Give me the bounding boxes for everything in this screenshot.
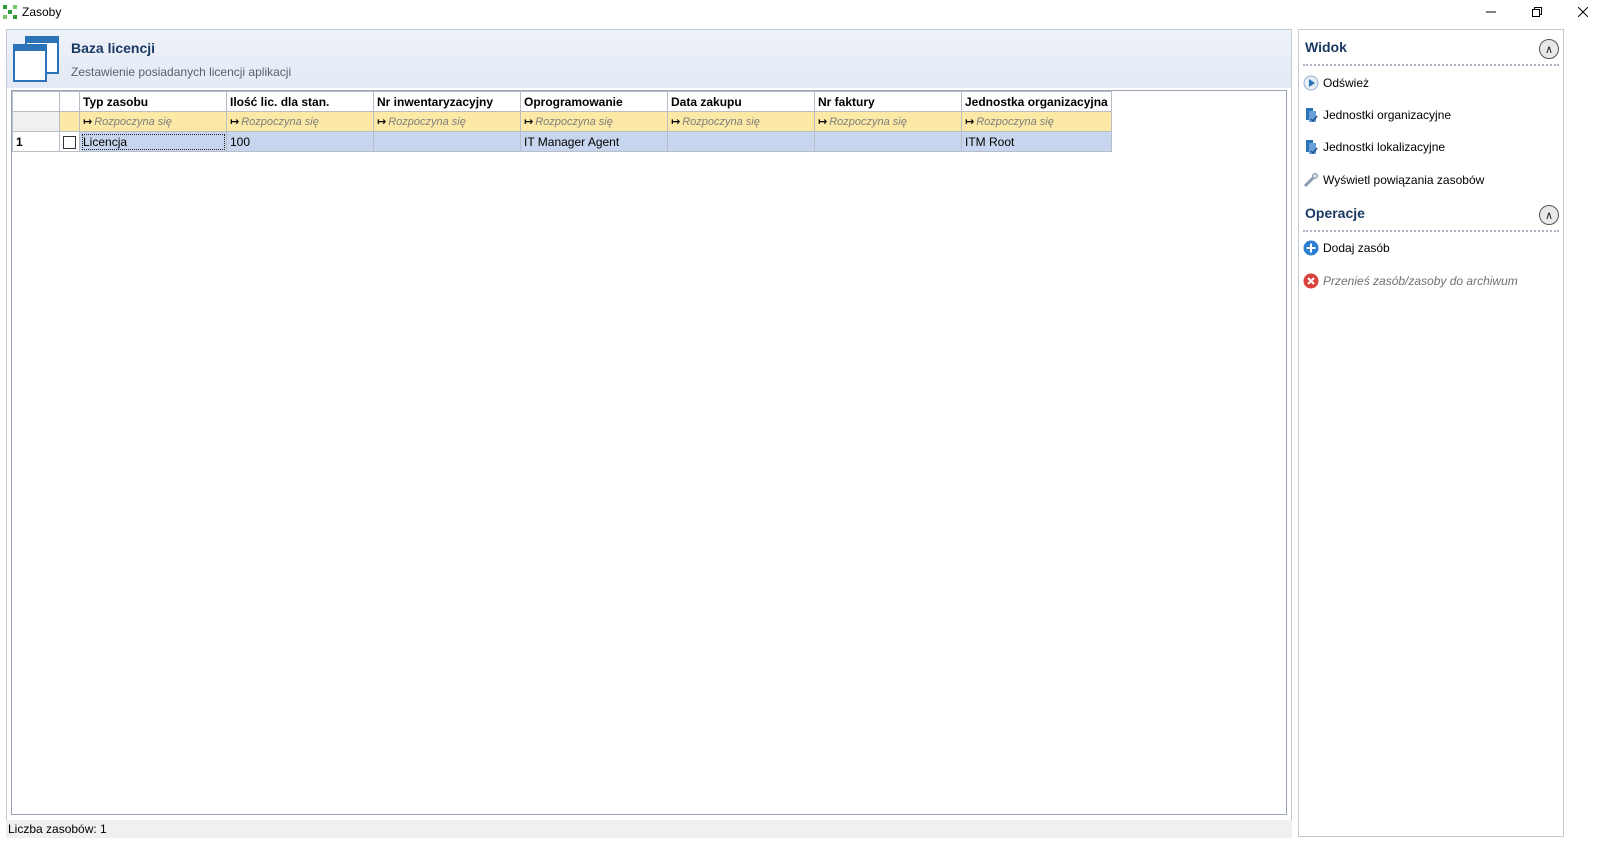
filter-arrow-icon: ↦: [230, 116, 240, 128]
operations-collapse-button[interactable]: ∧: [1539, 205, 1559, 225]
task-label: Odśwież: [1323, 76, 1370, 90]
column-header[interactable]: Ilość lic. dla stan.: [226, 91, 374, 112]
row-checkbox[interactable]: [63, 135, 76, 149]
org-units-task[interactable]: Jednostki organizacyjne: [1303, 104, 1451, 126]
minimize-button[interactable]: [1468, 0, 1514, 24]
chevron-up-icon: ∧: [1544, 43, 1554, 56]
page-subtitle: Zestawienie posiadanych licencji aplikac…: [71, 65, 292, 79]
restore-button[interactable]: [1514, 0, 1560, 24]
table-cell[interactable]: 100: [226, 131, 374, 152]
filter-cell[interactable]: ↦ Rozpoczyna się: [79, 111, 227, 132]
column-header[interactable]: Typ zasobu: [79, 91, 227, 112]
table-cell[interactable]: [373, 131, 521, 152]
table-cell[interactable]: [814, 131, 962, 152]
filter-placeholder: Rozpoczyna się: [535, 116, 613, 128]
filter-cell[interactable]: ↦ Rozpoczyna się: [667, 111, 815, 132]
license-base-icon: [13, 36, 59, 82]
resource-grid[interactable]: Typ zasobu Ilość lic. dla stan. Nr inwen…: [11, 90, 1287, 815]
resource-links-task[interactable]: Wyświetl powiązania zasobów: [1303, 169, 1484, 191]
restore-icon: [1532, 7, 1542, 17]
page-title: Baza licencji: [71, 40, 156, 56]
table-cell[interactable]: IT Manager Agent: [520, 131, 668, 152]
filter-cell[interactable]: ↦ Rozpoczyna się: [520, 111, 668, 132]
filter-cell[interactable]: ↦ Rozpoczyna się: [226, 111, 374, 132]
add-resource-task[interactable]: Dodaj zasób: [1303, 237, 1390, 259]
add-icon: [1303, 240, 1319, 256]
filter-cell[interactable]: ↦ Rozpoczyna się: [814, 111, 962, 132]
task-label: Dodaj zasób: [1323, 241, 1390, 255]
title-bar: Zasoby: [0, 0, 1600, 24]
filter-placeholder: Rozpoczyna się: [241, 116, 319, 128]
filter-placeholder: Rozpoczyna się: [829, 116, 907, 128]
filter-cell[interactable]: ↦ Rozpoczyna się: [961, 111, 1112, 132]
column-header[interactable]: Nr inwentaryzacyjny: [373, 91, 521, 112]
task-label: Jednostki organizacyjne: [1323, 108, 1452, 122]
section-divider: [1303, 230, 1559, 232]
task-label: Przenieś zasób/zasoby do archiwum: [1323, 274, 1518, 288]
filter-arrow-icon: ↦: [965, 116, 975, 128]
column-header[interactable]: Data zakupu: [667, 91, 815, 112]
view-collapse-button[interactable]: ∧: [1539, 39, 1559, 59]
close-icon: [1578, 7, 1588, 17]
location-units-icon: [1303, 139, 1319, 155]
org-units-icon: [1303, 107, 1319, 123]
filter-row-indicator: [12, 111, 60, 132]
filter-checkbox-cell: [59, 111, 80, 132]
link-icon: [1303, 172, 1319, 188]
main-panel: Baza licencji Zestawienie posiadanych li…: [6, 29, 1292, 834]
filter-arrow-icon: ↦: [524, 116, 534, 128]
refresh-icon: [1303, 75, 1319, 91]
filter-arrow-icon: ↦: [818, 116, 828, 128]
column-header[interactable]: Oprogramowanie: [520, 91, 668, 112]
filter-arrow-icon: ↦: [671, 116, 681, 128]
filter-placeholder: Rozpoczyna się: [94, 116, 172, 128]
location-units-task[interactable]: Jednostki lokalizacyjne: [1303, 136, 1445, 158]
resource-count: Liczba zasobów: 1: [8, 822, 107, 836]
column-header[interactable]: Jednostka organizacyjna: [961, 91, 1112, 112]
chevron-up-icon: ∧: [1544, 209, 1554, 222]
table-cell[interactable]: ITM Root: [961, 131, 1112, 152]
filter-placeholder: Rozpoczyna się: [976, 116, 1054, 128]
page-header: Baza licencji Zestawienie posiadanych li…: [7, 30, 1291, 88]
task-label: Jednostki lokalizacyjne: [1323, 140, 1446, 154]
table-cell[interactable]: [667, 131, 815, 152]
task-label: Wyświetl powiązania zasobów: [1323, 173, 1485, 187]
operations-section-title: Operacje: [1305, 205, 1365, 221]
minimize-icon: [1486, 11, 1496, 13]
row-checkbox-cell[interactable]: [59, 131, 80, 152]
filter-cell[interactable]: ↦ Rozpoczyna się: [373, 111, 521, 132]
table-cell[interactable]: Licencja: [79, 131, 227, 152]
filter-placeholder: Rozpoczyna się: [682, 116, 760, 128]
checkbox-header[interactable]: [59, 91, 80, 112]
task-panel: Widok ∧ Odśwież Jednostki organizacyjne …: [1298, 29, 1564, 837]
refresh-task[interactable]: Odśwież: [1303, 72, 1369, 94]
grid-table: Typ zasobu Ilość lic. dla stan. Nr inwen…: [12, 91, 1112, 152]
filter-arrow-icon: ↦: [83, 116, 93, 128]
column-header[interactable]: Nr faktury: [814, 91, 962, 112]
filter-placeholder: Rozpoczyna się: [388, 116, 466, 128]
app-icon: [3, 5, 17, 19]
table-row[interactable]: 1 Licencja 100 IT Manager Agent ITM Root: [12, 131, 1112, 152]
filter-arrow-icon: ↦: [377, 116, 387, 128]
view-section-title: Widok: [1305, 39, 1347, 55]
filter-row: ↦ Rozpoczyna się ↦ Rozpoczyna się ↦ Rozpocz…: [12, 111, 1112, 132]
remove-icon: [1303, 273, 1319, 289]
archive-resource-task[interactable]: Przenieś zasób/zasoby do archiwum: [1303, 270, 1518, 292]
window-title: Zasoby: [22, 5, 62, 19]
close-button[interactable]: [1560, 0, 1600, 24]
row-indicator-header: [12, 91, 60, 112]
row-number: 1: [12, 131, 60, 152]
status-bar: Liczba zasobów: 1: [6, 820, 1292, 838]
grid-header-row: Typ zasobu Ilość lic. dla stan. Nr inwen…: [12, 91, 1112, 112]
section-divider: [1303, 64, 1559, 66]
